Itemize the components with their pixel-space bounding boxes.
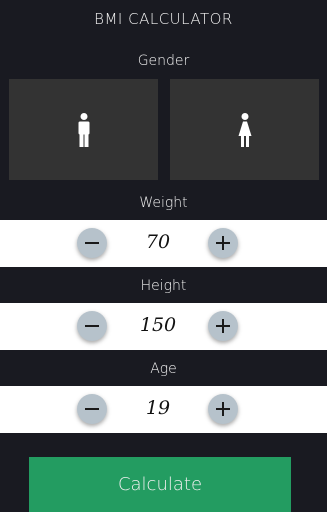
weight-decrement-button[interactable]	[77, 228, 107, 258]
calculate-button[interactable]: Calculate	[29, 457, 291, 512]
weight-label: Weight	[139, 195, 188, 211]
minus-icon	[85, 408, 99, 410]
app-title: BMI CALCULATOR	[94, 10, 233, 28]
height-label: Height	[140, 278, 187, 294]
weight-value: 70	[145, 231, 171, 253]
gender-option-male[interactable]	[9, 79, 158, 180]
age-stepper: 19	[0, 386, 327, 433]
gender-label: Gender	[137, 53, 190, 69]
weight-stepper: 70	[0, 220, 327, 267]
minus-icon	[85, 325, 99, 327]
weight-increment-button[interactable]	[208, 228, 238, 258]
age-value: 19	[145, 397, 171, 419]
age-label: Age	[150, 361, 177, 377]
height-decrement-button[interactable]	[77, 311, 107, 341]
height-value: 150	[139, 314, 177, 336]
height-stepper: 150	[0, 303, 327, 350]
height-increment-button[interactable]	[208, 311, 238, 341]
minus-icon	[85, 242, 99, 244]
age-increment-button[interactable]	[208, 394, 238, 424]
male-icon	[77, 112, 91, 147]
female-icon	[238, 112, 252, 147]
gender-option-female[interactable]	[170, 79, 319, 180]
age-decrement-button[interactable]	[77, 394, 107, 424]
